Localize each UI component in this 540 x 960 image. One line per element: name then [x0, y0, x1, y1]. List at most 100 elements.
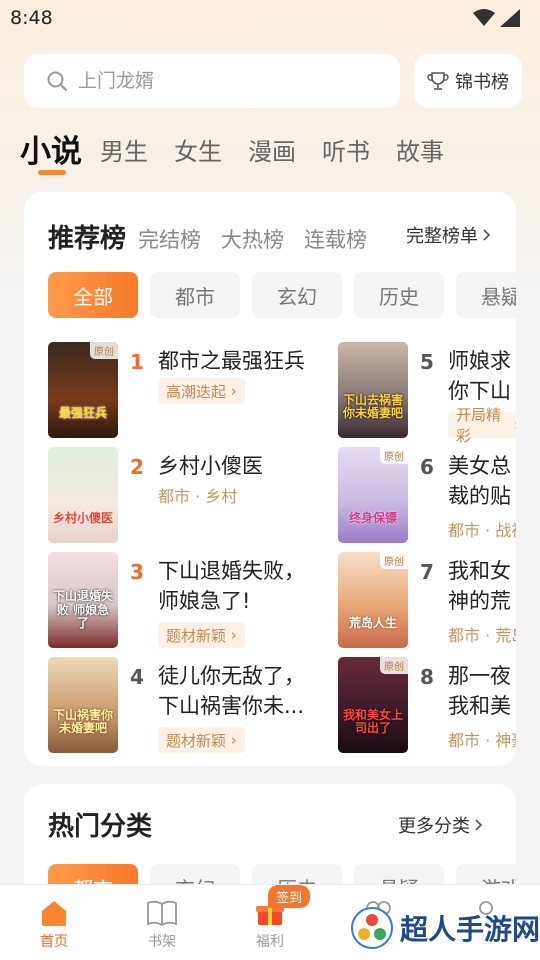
original-badge: 原创 [90, 342, 118, 359]
book-cover: 原创 我和美女上司出了 [338, 657, 408, 753]
filter-urban[interactable]: 都市 [150, 272, 240, 318]
search-icon [47, 71, 67, 91]
category-tabs: 小说 男生 女生 漫画 听书 故事 [20, 124, 470, 184]
rank-list-button[interactable]: 锦书榜 [414, 54, 522, 108]
book-tag: 题材新颖 › [158, 727, 245, 753]
status-bar: 8:48 [0, 0, 540, 38]
cover-title: 下山退婚失败 师娘急了 [52, 589, 113, 630]
nav-welfare-label: 福利 [256, 934, 284, 950]
nav-home[interactable]: 首页 [0, 885, 108, 960]
full-list-link[interactable]: 完整榜单 [406, 222, 494, 248]
search-bar[interactable] [24, 54, 400, 108]
nav-bookshelf[interactable]: 书架 [108, 885, 216, 960]
rank-number: 1 [130, 350, 144, 374]
rank-number: 2 [130, 455, 144, 479]
rank-number: 3 [130, 560, 144, 584]
original-badge: 原创 [380, 657, 408, 674]
rank-number: 7 [420, 560, 434, 584]
search-input[interactable] [78, 70, 368, 92]
cover-title: 荒岛人生 [348, 615, 397, 630]
ranking-tab-hot[interactable]: 大热榜 [221, 224, 284, 254]
book-tag: 开局精彩 › [448, 406, 516, 445]
rank-number: 5 [420, 350, 434, 374]
book-tag-label: 题材新颖 [166, 731, 227, 750]
more-categories-label: 更多分类 [398, 816, 470, 837]
filter-fantasy[interactable]: 玄幻 [252, 272, 342, 318]
original-badge: 原创 [380, 447, 408, 464]
book-cover: 下山去祸害你未婚妻吧 [338, 342, 408, 438]
signal-icon [500, 9, 520, 27]
watermark-logo-icon [351, 907, 393, 949]
sign-in-badge: 签到 [268, 885, 311, 908]
tab-audiobook[interactable]: 听书 [322, 124, 370, 167]
tab-story[interactable]: 故事 [396, 124, 444, 167]
book-item[interactable]: 下山祸害你未婚妻吧 4 徒儿你无敌了，下山祸害你未... 题材新颖 › [48, 657, 308, 755]
watermark: 超人手游网 [348, 904, 540, 952]
book-tag-label: 题材新颖 [166, 626, 227, 645]
book-title: 美女总裁的贴身保镖 [448, 454, 511, 509]
book-cover: 原创 荒岛人生 [338, 552, 408, 648]
ranking-card: 推荐榜 完结榜 大热榜 连载榜 完整榜单 全部 都市 玄幻 历史 悬疑 原创 最… [24, 192, 516, 766]
hot-categories-title: 热门分类 [48, 812, 153, 842]
book-tag: 题材新颖 › [158, 622, 245, 648]
book-item[interactable]: 原创 荒岛人生 7 我和女神的荒岛人生 都市 · 荒岛 [338, 552, 516, 650]
more-categories-link[interactable]: 更多分类 [398, 812, 486, 838]
chevron-right-icon [475, 819, 483, 831]
book-title: 徒儿你无敌了，下山祸害你未... [158, 664, 305, 719]
book-title: 下山退婚失败，师娘急了! [158, 559, 305, 614]
status-icons [472, 9, 520, 31]
book-meta: 都市 · 荒岛 [448, 626, 516, 645]
book-title: 我和女神的荒岛人生 [448, 559, 511, 614]
nav-home-label: 首页 [40, 934, 68, 950]
cover-title: 下山去祸害你未婚妻吧 [342, 392, 403, 420]
filter-mystery[interactable]: 悬疑 [456, 272, 516, 318]
nav-bookshelf-label: 书架 [148, 934, 176, 950]
home-icon [42, 901, 66, 926]
book-meta: 都市 · 战神 [448, 521, 516, 540]
tab-female[interactable]: 女生 [174, 124, 222, 167]
filter-all[interactable]: 全部 [48, 272, 138, 318]
book-title: 那一夜我和美女上司 [448, 664, 511, 719]
book-title: 都市之最强狂兵 [158, 349, 305, 373]
rank-list-label: 锦书榜 [455, 72, 509, 93]
book-item[interactable]: 原创 终身保镖 6 美女总裁的贴身保镖 都市 · 战神 [338, 447, 516, 545]
ranking-header: 推荐榜 完结榜 大热榜 连载榜 [48, 218, 387, 255]
wifi-icon [472, 9, 495, 26]
book-cover: 原创 终身保镖 [338, 447, 408, 543]
status-time: 8:48 [10, 7, 53, 29]
cover-title: 下山祸害你未婚妻吧 [52, 707, 113, 735]
tab-novel[interactable]: 小说 [20, 124, 82, 175]
ranking-tab-serial[interactable]: 连载榜 [304, 224, 367, 254]
watermark-text: 超人手游网 [400, 913, 540, 946]
rank-number: 6 [420, 455, 434, 479]
tab-comic[interactable]: 漫画 [248, 124, 296, 167]
rank-number: 8 [420, 665, 434, 689]
book-cover: 乡村小傻医 [48, 447, 118, 543]
book-tag-label: 开局精彩 [456, 406, 502, 445]
book-cover: 下山祸害你未婚妻吧 [48, 657, 118, 753]
book-icon [147, 900, 177, 927]
ranking-tab-finished[interactable]: 完结榜 [138, 224, 201, 254]
book-meta: 都市 · 乡村 [158, 487, 238, 506]
book-item[interactable]: 下山退婚失败 师娘急了 3 下山退婚失败，师娘急了! 题材新颖 › [48, 552, 308, 650]
original-badge: 原创 [380, 552, 408, 569]
ranking-title[interactable]: 推荐榜 [48, 218, 126, 255]
book-item[interactable]: 原创 我和美女上司出了 8 那一夜我和美女上司 都市 · 神豪 [338, 657, 516, 755]
book-cover: 原创 最强狂兵 [48, 342, 118, 438]
book-tag: 高潮迭起 › [158, 378, 245, 404]
book-item[interactable]: 原创 最强狂兵 1 都市之最强狂兵 高潮迭起 › [48, 342, 308, 440]
cover-title: 乡村小傻医 [52, 510, 113, 525]
book-title: 师娘求你下山去祸害... [448, 349, 511, 404]
trophy-icon [427, 72, 449, 90]
cover-title: 终身保镖 [348, 510, 397, 525]
book-item[interactable]: 乡村小傻医 2 乡村小傻医 都市 · 乡村 [48, 447, 308, 545]
book-title: 乡村小傻医 [158, 454, 263, 478]
cover-title: 最强狂兵 [58, 405, 107, 420]
tab-male[interactable]: 男生 [100, 124, 148, 167]
book-item[interactable]: 下山去祸害你未婚妻吧 5 师娘求你下山去祸害... 开局精彩 › [338, 342, 516, 445]
filter-history[interactable]: 历史 [354, 272, 444, 318]
book-cover: 下山退婚失败 师娘急了 [48, 552, 118, 648]
full-list-label: 完整榜单 [406, 226, 478, 247]
nav-welfare[interactable]: 签到 福利 [216, 885, 324, 960]
rank-number: 4 [130, 665, 144, 689]
